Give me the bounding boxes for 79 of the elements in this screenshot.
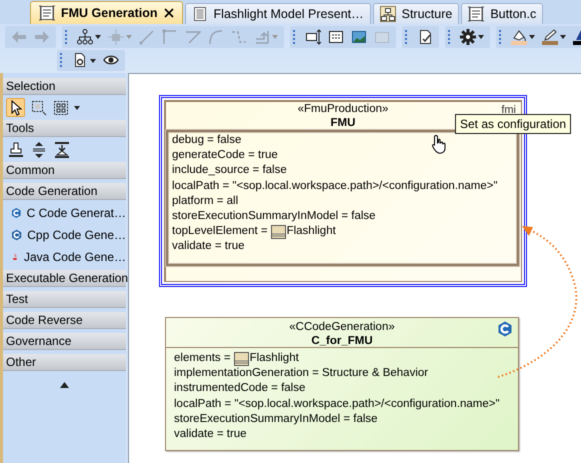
zigzag-icon — [231, 28, 247, 45]
settings-icon — [460, 28, 476, 45]
marquee-select-icon — [30, 100, 46, 116]
hand-cursor-icon — [431, 134, 447, 154]
insert-icon — [254, 28, 270, 45]
c-language-icon — [497, 321, 513, 337]
resize-icon — [305, 28, 321, 45]
cpp-language-icon — [11, 227, 22, 243]
close-icon[interactable] — [164, 8, 174, 18]
property-line: storeExecutionSummaryInModel = false — [174, 412, 378, 427]
palette-item[interactable]: Cpp Code Gene… — [3, 224, 126, 246]
palette-section-header[interactable]: Code Generation — [3, 183, 126, 200]
tab[interactable]: Button.c — [461, 3, 544, 24]
property-line: implementationGeneration = Structure & Behavior — [174, 366, 428, 382]
block-icon — [234, 352, 249, 366]
forward-arrow-icon — [34, 28, 50, 45]
back-arrow-icon — [11, 28, 27, 45]
document-check-icon — [417, 28, 433, 45]
bent-line-icon — [185, 28, 201, 45]
property-line: include_source = false — [172, 163, 287, 178]
block-name: C_for_FMU — [311, 334, 373, 349]
structure-icon — [380, 6, 396, 22]
property-line: instrumentedCode = false — [174, 381, 306, 396]
grid-select-icon — [53, 100, 69, 116]
property-label: topLevelElement = — [172, 224, 268, 240]
split-icon — [30, 142, 46, 158]
property-line: validate = true — [172, 239, 245, 254]
line-icon — [139, 28, 155, 45]
property-value: Flashlight — [234, 351, 299, 366]
elbow-line-icon — [162, 28, 178, 45]
curve-icon — [208, 28, 224, 45]
block-node[interactable] — [165, 317, 519, 451]
node-icon — [108, 28, 124, 45]
palette-section-header[interactable]: Common — [3, 162, 126, 179]
property-line: platform = all — [172, 194, 238, 209]
palette-section-header[interactable]: Tools — [3, 120, 126, 137]
tab[interactable]: Structure — [372, 3, 460, 24]
block-icon — [270, 224, 286, 239]
palette-section-header[interactable]: Governance — [3, 333, 126, 350]
palette-item[interactable]: Java Code Gene… — [3, 246, 126, 268]
palette-tool[interactable] — [52, 140, 71, 159]
fill-bucket-icon — [511, 28, 527, 45]
palette-tool[interactable] — [6, 98, 25, 117]
property-line: generateCode = true — [172, 148, 278, 164]
tooltip: Set as configuration — [455, 114, 572, 134]
pen-icon — [542, 28, 558, 45]
palette-section-header[interactable]: Selection — [3, 78, 126, 95]
fmi-label: fmi — [501, 104, 516, 116]
palette-tool[interactable] — [29, 98, 48, 117]
table-icon — [328, 28, 344, 45]
diagram-icon — [39, 5, 55, 21]
palette-tool[interactable] — [6, 140, 25, 159]
palette-section-header[interactable]: Executable Generation — [3, 270, 126, 287]
tab[interactable]: Flashlight Model Present… — [184, 3, 371, 24]
palette-tool[interactable] — [52, 98, 81, 117]
image-icon — [351, 28, 367, 45]
c-language-icon — [11, 205, 22, 221]
stereotype-label: «CCodeGeneration» — [289, 320, 395, 334]
document-gear-icon — [72, 52, 88, 68]
block-name: FMU — [330, 116, 356, 131]
scroll-up-icon[interactable] — [60, 382, 69, 388]
property-label: elements = — [174, 351, 231, 366]
property-line: localPath = "<sop.local.workspace.path>/<configuration.name>" — [172, 178, 498, 194]
tab[interactable]: FMU Generation — [30, 1, 183, 24]
stamp-icon — [8, 142, 24, 158]
palette-section-header[interactable]: Test — [3, 291, 126, 308]
palette-section-header[interactable]: Code Reverse — [3, 312, 126, 329]
property-line: storeExecutionSummaryInModel = false — [172, 209, 376, 224]
palette-item[interactable]: C Code Generat… — [3, 202, 126, 224]
stereotype-label: «FmuProduction» — [298, 102, 388, 116]
hierarchy-icon — [77, 28, 93, 45]
property-line: debug = false — [172, 133, 242, 148]
property-line: localPath = "<sop.local.workspace.path>/<configuration.name>" — [174, 396, 500, 412]
align-icon — [54, 142, 70, 158]
property-line: validate = true — [174, 427, 247, 442]
diagram-icon — [468, 6, 484, 22]
property-value: Flashlight — [270, 224, 336, 240]
document-icon — [192, 6, 208, 22]
palette-section-header[interactable]: Other — [3, 354, 126, 371]
